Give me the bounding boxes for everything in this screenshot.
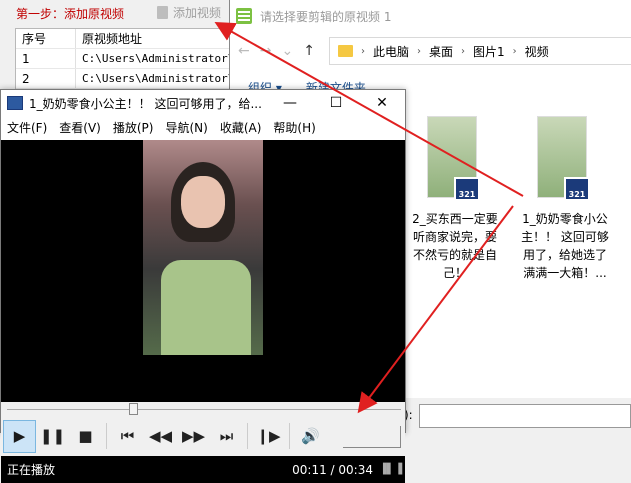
app-logo-icon [236, 8, 252, 24]
player-menubar: 文件(F) 查看(V) 播放(P) 导航(N) 收藏(A) 帮助(H) [1, 116, 405, 138]
previous-icon[interactable]: ⏮ [111, 420, 144, 453]
next-icon[interactable]: ⏭ [210, 420, 243, 453]
back-arrow-icon[interactable]: ← [238, 43, 250, 59]
row-path: C:\Users\Administrator\De [82, 72, 229, 85]
play-icon[interactable]: ▶ [3, 419, 36, 453]
volume-slider[interactable] [343, 426, 401, 448]
bottom-input-field[interactable] [419, 404, 631, 428]
speaker-icon[interactable]: 🔊 [294, 420, 327, 453]
equalizer-icon: ▐▌▐ [379, 464, 403, 475]
folder-icon [338, 45, 353, 57]
row-index: 2 [16, 69, 76, 88]
menu-navigate[interactable]: 导航(N) [165, 119, 207, 136]
menu-file[interactable]: 文件(F) [7, 119, 47, 136]
media-player-window: 1_奶奶零食小公主！！ 这回可够用了，给... — ☐ ✕ 文件(F) 查看(V… [0, 89, 406, 483]
add-video-button[interactable]: 添加视频 [157, 4, 221, 21]
history-dropdown-icon[interactable]: ⌄ [281, 43, 293, 59]
rewind-icon[interactable]: ◀◀ [144, 420, 177, 453]
maximize-button[interactable]: ☐ [313, 95, 359, 111]
seek-bar[interactable] [1, 402, 405, 416]
document-icon [157, 6, 168, 19]
video-table: 序号 原视频地址 1 C:\Users\Administrator\De 2 C… [15, 28, 230, 98]
pause-icon[interactable]: ❚❚ [36, 420, 69, 453]
add-video-label: 添加视频 [173, 6, 222, 20]
playback-status: 正在播放 [7, 463, 56, 477]
playback-controls: ▶ ❚❚ ■ ⏮ ◀◀ ▶▶ ⏭ ❙▶ 🔊 [1, 416, 405, 456]
video-frame [143, 140, 263, 355]
player-app-icon [7, 96, 23, 110]
stop-icon[interactable]: ■ [69, 420, 102, 453]
dialog-titlebar: 请选择要剪辑的原视频 1 [230, 0, 631, 32]
row-index: 1 [16, 49, 76, 68]
frame-step-icon[interactable]: ❙▶ [252, 420, 285, 453]
breadcrumb-item[interactable]: 视频 [525, 43, 549, 60]
table-row[interactable]: 1 C:\Users\Administrator\De [16, 49, 229, 69]
col-header-path: 原视频地址 [82, 32, 143, 46]
video-thumbnail[interactable]: 321 [427, 116, 480, 201]
table-header: 序号 原视频地址 [16, 29, 229, 49]
breadcrumb-item[interactable]: 桌面 [429, 43, 453, 60]
address-bar[interactable]: › 此电脑 › 桌面 › 图片1 › 视频 [329, 37, 631, 65]
file-caption[interactable]: 2_买东西一定要听商家说完，要不然亏的就是自己！ [410, 210, 500, 282]
file-caption[interactable]: 1_奶奶零食小公主！！ 这回可够用了，给她选了满满一大箱！... [520, 210, 610, 282]
step-label: 第一步：添加原视频 [16, 7, 125, 21]
forward-arrow-icon[interactable]: → [260, 43, 272, 59]
up-arrow-icon[interactable]: ↑ [303, 43, 315, 59]
video-thumbnail[interactable]: 321 [537, 116, 590, 201]
player-title: 1_奶奶零食小公主！！ 这回可够用了，给... [29, 96, 261, 111]
menu-view[interactable]: 查看(V) [59, 119, 101, 136]
time-readout: 00:11 / 00:34 [292, 462, 373, 477]
close-button[interactable]: ✕ [359, 95, 405, 111]
row-path: C:\Users\Administrator\De [82, 52, 229, 65]
video-display[interactable]: ▶ ❚❚ ■ ⏮ ◀◀ ▶▶ ⏭ ❙▶ 🔊 正在播放 00:11 / 00:34… [1, 140, 405, 483]
table-row[interactable]: 2 C:\Users\Administrator\De [16, 69, 229, 89]
seek-handle[interactable] [129, 403, 139, 415]
menu-play[interactable]: 播放(P) [113, 119, 154, 136]
media-player-badge-icon: 321 [454, 177, 480, 201]
media-player-badge-icon: 321 [564, 177, 590, 201]
col-header-index: 序号 [16, 29, 76, 48]
breadcrumb-item[interactable]: 此电脑 [373, 43, 409, 60]
dialog-title: 请选择要剪辑的原视频 1 [260, 9, 392, 24]
menu-favorites[interactable]: 收藏(A) [220, 119, 262, 136]
fast-forward-icon[interactable]: ▶▶ [177, 420, 210, 453]
breadcrumb-item[interactable]: 图片1 [473, 43, 505, 60]
player-titlebar: 1_奶奶零食小公主！！ 这回可够用了，给... — ☐ ✕ [1, 90, 405, 116]
minimize-button[interactable]: — [267, 95, 313, 111]
status-bar: 正在播放 00:11 / 00:34 ▐▌▐ [1, 456, 405, 483]
menu-help[interactable]: 帮助(H) [273, 119, 315, 136]
